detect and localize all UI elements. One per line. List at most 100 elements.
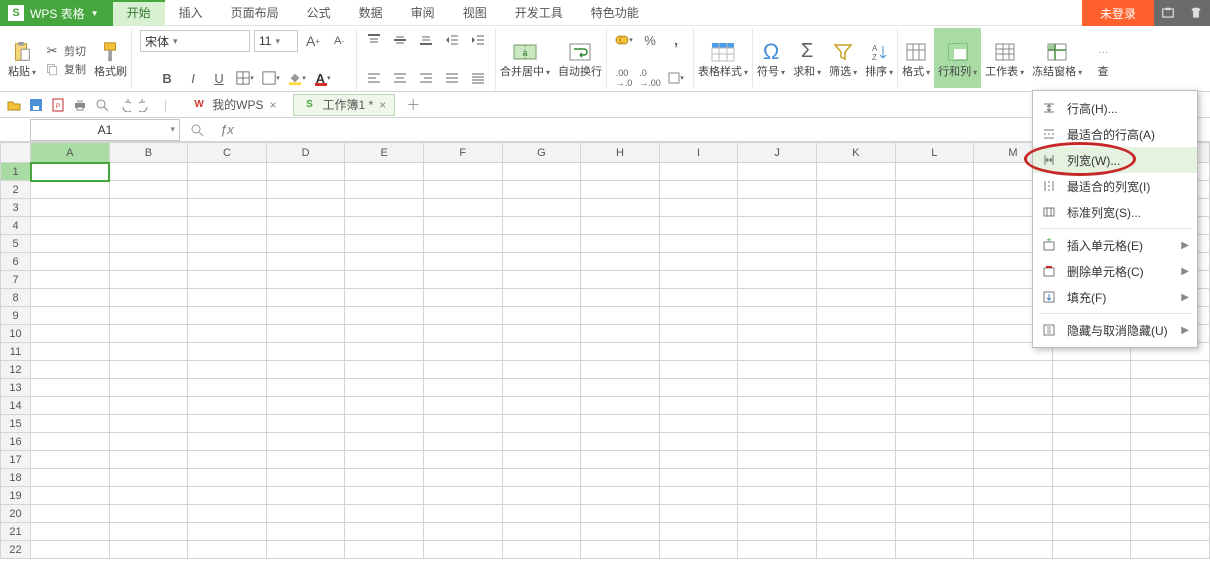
cell[interactable]	[895, 307, 974, 325]
row-header-4[interactable]: 4	[1, 217, 31, 235]
cell[interactable]	[266, 235, 345, 253]
cell[interactable]	[738, 415, 817, 433]
doc-tab[interactable]: S工作簿1 *×	[293, 94, 395, 116]
row-header-7[interactable]: 7	[1, 271, 31, 289]
cell[interactable]	[581, 163, 660, 181]
freeze-panes-button[interactable]: 冻结窗格▾	[1028, 28, 1086, 88]
tab-开始[interactable]: 开始	[113, 0, 165, 26]
cell[interactable]	[659, 379, 738, 397]
cell[interactable]	[974, 487, 1053, 505]
cell[interactable]	[345, 523, 424, 541]
cell[interactable]	[1052, 451, 1131, 469]
cell[interactable]	[31, 163, 110, 181]
cell[interactable]	[423, 469, 502, 487]
cell[interactable]	[895, 199, 974, 217]
cell[interactable]	[109, 235, 188, 253]
cell[interactable]	[502, 271, 581, 289]
print-button[interactable]	[70, 95, 90, 115]
cell[interactable]	[659, 199, 738, 217]
cell[interactable]	[345, 433, 424, 451]
cell[interactable]	[1052, 487, 1131, 505]
col-header-K[interactable]: K	[816, 143, 895, 163]
col-header-C[interactable]: C	[188, 143, 267, 163]
fx-label[interactable]: ƒx	[220, 122, 234, 137]
menu-item[interactable]: 行高(H)...	[1033, 95, 1197, 121]
cell[interactable]	[895, 487, 974, 505]
font-size-select[interactable]: 11▾	[254, 30, 298, 52]
cell[interactable]	[188, 505, 267, 523]
cell[interactable]	[109, 487, 188, 505]
cell[interactable]	[659, 541, 738, 559]
worksheet-button[interactable]: 工作表▾	[981, 28, 1028, 88]
menu-item[interactable]: 最适合的列宽(I)	[1033, 173, 1197, 199]
cell[interactable]	[423, 289, 502, 307]
tab-数据[interactable]: 数据	[345, 0, 397, 26]
cell[interactable]	[581, 433, 660, 451]
increase-font-button[interactable]: A+	[302, 31, 324, 51]
col-header-D[interactable]: D	[266, 143, 345, 163]
cell[interactable]	[895, 361, 974, 379]
cell[interactable]	[109, 325, 188, 343]
cell[interactable]	[266, 487, 345, 505]
col-header-F[interactable]: F	[423, 143, 502, 163]
cell[interactable]	[109, 541, 188, 559]
cell[interactable]	[423, 271, 502, 289]
cell[interactable]	[816, 397, 895, 415]
cell[interactable]	[1131, 451, 1210, 469]
cell[interactable]	[188, 541, 267, 559]
cell[interactable]	[738, 361, 817, 379]
cell[interactable]	[109, 505, 188, 523]
cell[interactable]	[816, 199, 895, 217]
cell[interactable]	[1131, 469, 1210, 487]
cell[interactable]	[188, 433, 267, 451]
cell[interactable]	[581, 181, 660, 199]
row-header-12[interactable]: 12	[1, 361, 31, 379]
cell[interactable]	[581, 217, 660, 235]
cell[interactable]	[659, 415, 738, 433]
cell[interactable]	[188, 199, 267, 217]
col-header-B[interactable]: B	[109, 143, 188, 163]
cell[interactable]	[502, 361, 581, 379]
percent-button[interactable]: %	[639, 30, 661, 50]
cell[interactable]	[816, 541, 895, 559]
font-name-select[interactable]: 宋体▾	[140, 30, 250, 52]
cell[interactable]	[423, 487, 502, 505]
cell[interactable]	[581, 289, 660, 307]
cell[interactable]	[581, 343, 660, 361]
cell[interactable]	[266, 289, 345, 307]
increase-decimal-button[interactable]: .00→.0	[613, 68, 635, 88]
cell[interactable]	[423, 235, 502, 253]
cell[interactable]	[423, 325, 502, 343]
cell[interactable]	[659, 217, 738, 235]
cell[interactable]	[109, 307, 188, 325]
cell[interactable]	[345, 379, 424, 397]
cell[interactable]	[659, 397, 738, 415]
cell[interactable]	[345, 271, 424, 289]
doc-tab-close[interactable]: ×	[269, 98, 276, 112]
cell[interactable]	[581, 469, 660, 487]
cut-button[interactable]: ✂ 剪切	[44, 43, 86, 59]
font-color-button[interactable]: A▾	[312, 68, 334, 88]
cell[interactable]	[974, 451, 1053, 469]
col-header-I[interactable]: I	[659, 143, 738, 163]
cell[interactable]	[738, 505, 817, 523]
cell[interactable]	[974, 415, 1053, 433]
cell[interactable]	[266, 307, 345, 325]
cell[interactable]	[31, 379, 110, 397]
cell[interactable]	[816, 379, 895, 397]
cell[interactable]	[816, 451, 895, 469]
cell[interactable]	[659, 433, 738, 451]
cell[interactable]	[895, 451, 974, 469]
cell[interactable]	[581, 487, 660, 505]
cell[interactable]	[581, 379, 660, 397]
cell[interactable]	[31, 397, 110, 415]
cell[interactable]	[1052, 469, 1131, 487]
cell[interactable]	[738, 433, 817, 451]
row-header-5[interactable]: 5	[1, 235, 31, 253]
cell[interactable]	[266, 343, 345, 361]
cell[interactable]	[895, 163, 974, 181]
underline-button[interactable]: U	[208, 68, 230, 88]
col-header-A[interactable]: A	[31, 143, 110, 163]
cell[interactable]	[31, 181, 110, 199]
row-header-2[interactable]: 2	[1, 181, 31, 199]
